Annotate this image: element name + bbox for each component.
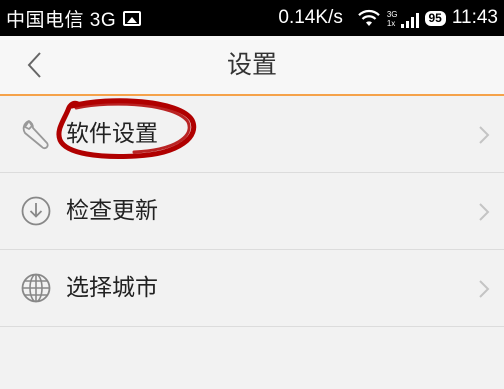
cellular-signal: 3G 1x xyxy=(387,8,419,28)
list-item-label: 选择城市 xyxy=(66,275,158,301)
list-item-software-settings[interactable]: 软件设置 xyxy=(0,96,504,173)
back-button[interactable] xyxy=(22,50,50,80)
chevron-left-icon xyxy=(27,52,41,78)
wifi-icon xyxy=(358,9,380,26)
status-bar: 中国电信 3G 0.14K/s 3G 1x 95 11:43 xyxy=(0,0,504,36)
list-item-select-city[interactable]: 选择城市 xyxy=(0,250,504,327)
list-item-label: 软件设置 xyxy=(66,121,158,147)
chevron-right-icon xyxy=(479,126,490,144)
settings-list: 软件设置 检查更新 选择城市 xyxy=(0,96,504,327)
chevron-right-icon xyxy=(479,203,490,221)
network-speed: 0.14K/s xyxy=(278,7,343,28)
list-item-label: 检查更新 xyxy=(66,198,158,224)
image-notification-icon xyxy=(123,10,142,26)
status-left: 中国电信 3G xyxy=(6,0,142,36)
title-bar: 设置 xyxy=(0,36,504,96)
status-right: 0.14K/s 3G 1x 95 11:43 xyxy=(278,0,498,36)
settings-screen: 中国电信 3G 0.14K/s 3G 1x 95 11:43 设置 软件设置 检… xyxy=(0,0,504,389)
globe-icon xyxy=(21,273,51,303)
network-type-labels: 3G 1x xyxy=(387,10,398,28)
chevron-right-icon xyxy=(479,280,490,298)
clock: 11:43 xyxy=(451,7,498,28)
battery-icon: 95 xyxy=(424,10,446,26)
wrench-icon xyxy=(22,120,49,150)
list-item-check-update[interactable]: 检查更新 xyxy=(0,173,504,250)
page-title: 设置 xyxy=(226,50,277,79)
network-type-top: 3G xyxy=(386,10,398,19)
network-type-bottom: 1x xyxy=(386,19,396,28)
carrier-label: 中国电信 3G xyxy=(6,9,117,31)
signal-bars-icon xyxy=(400,12,419,28)
download-circle-icon xyxy=(21,196,51,226)
